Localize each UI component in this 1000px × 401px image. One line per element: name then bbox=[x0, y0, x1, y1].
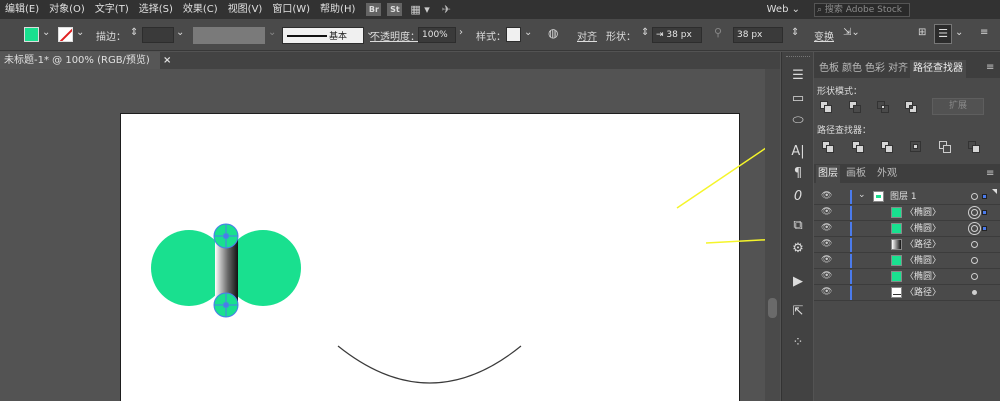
selection-indicator[interactable] bbox=[982, 210, 987, 215]
intersect-button[interactable] bbox=[877, 101, 891, 113]
layer-thumbnail bbox=[891, 255, 902, 266]
minus-back-button[interactable] bbox=[968, 141, 982, 153]
smile-arc-path[interactable] bbox=[337, 345, 522, 384]
panel-menu-button[interactable]: ☰ bbox=[934, 24, 952, 44]
panel-icon-strip: ☰ ▭ ⬭ A| ¶ 0 ⧉ ⚙ ▶ ⇱ ⁘ bbox=[781, 52, 813, 401]
selection-indicator[interactable] bbox=[982, 226, 987, 231]
layer-thumbnail bbox=[873, 191, 884, 202]
tab-swatches[interactable]: 色板 bbox=[818, 60, 840, 78]
crop-button[interactable] bbox=[910, 141, 924, 153]
tab-align[interactable]: 对齐 bbox=[887, 60, 909, 78]
vertical-scrollbar[interactable] bbox=[765, 69, 780, 401]
artboards-icon[interactable]: ⁘ bbox=[788, 334, 808, 352]
pathfinders-label: 路径查找器： bbox=[817, 126, 872, 136]
target-circle-icon[interactable] bbox=[971, 225, 978, 232]
right-panel: 色板 颜色 色彩 对齐 路径查找器 ≡ 形状模式： 扩展 路径查找器： 图层 画… bbox=[814, 52, 1000, 401]
layer-row[interactable]: 👁 〈椭圆〉 bbox=[814, 205, 1000, 221]
layer-thumbnail bbox=[891, 239, 902, 250]
minus-front-button[interactable] bbox=[849, 101, 863, 113]
layer-name[interactable]: 〈椭圆〉 bbox=[905, 270, 941, 284]
asset-export-icon[interactable]: ⧉ bbox=[788, 217, 808, 235]
more-options-icon[interactable]: ≡ bbox=[980, 27, 988, 38]
expand-toggle-icon[interactable]: ⌄ bbox=[858, 190, 866, 200]
character-icon[interactable]: A| bbox=[788, 143, 808, 161]
target-circle-icon[interactable] bbox=[971, 209, 978, 216]
flip-icon[interactable]: ⇲⌄ bbox=[843, 27, 860, 38]
panel-menu-icon[interactable]: ≡ bbox=[986, 62, 994, 73]
outline-button[interactable] bbox=[939, 141, 953, 153]
properties-icon[interactable]: ☰ bbox=[788, 67, 808, 85]
layer-row[interactable]: 👁 〈椭圆〉 bbox=[814, 269, 1000, 285]
expand-button: 扩展 bbox=[932, 98, 984, 115]
visibility-eye-icon[interactable]: 👁 bbox=[821, 224, 832, 233]
links-icon[interactable]: ⇱ bbox=[788, 303, 808, 321]
visibility-eye-icon[interactable]: 👁 bbox=[821, 192, 832, 201]
layer-row[interactable]: 👁 〈椭圆〉 bbox=[814, 253, 1000, 269]
layer-row[interactable]: 👁 〈路径〉 bbox=[814, 237, 1000, 253]
shape-modes-label: 形状模式： bbox=[817, 87, 863, 97]
opentype-icon[interactable]: 0 bbox=[788, 188, 808, 206]
layer-thumbnail bbox=[891, 271, 902, 282]
anchor-point[interactable] bbox=[223, 233, 229, 239]
tab-pathfinder[interactable]: 路径查找器 bbox=[910, 60, 966, 78]
tab-color[interactable]: 颜色 bbox=[841, 60, 863, 78]
tab-artboards[interactable]: 画板 bbox=[844, 165, 868, 183]
visibility-eye-icon[interactable]: 👁 bbox=[821, 240, 832, 249]
visibility-eye-icon[interactable]: 👁 bbox=[821, 288, 832, 297]
trim-button[interactable] bbox=[852, 141, 866, 153]
transform-label[interactable]: 变换 bbox=[814, 28, 834, 43]
visibility-eye-icon[interactable]: 👁 bbox=[821, 256, 832, 265]
target-circle-icon[interactable] bbox=[971, 241, 978, 248]
scroll-thumb[interactable] bbox=[768, 298, 777, 318]
tab-color-guide[interactable]: 色彩 bbox=[864, 60, 886, 78]
target-circle-icon[interactable] bbox=[971, 273, 978, 280]
actions-play-icon[interactable]: ▶ bbox=[788, 273, 808, 291]
tab-layers[interactable]: 图层 bbox=[816, 165, 840, 183]
target-circle-icon[interactable] bbox=[971, 257, 978, 264]
visibility-eye-icon[interactable]: 👁 bbox=[821, 272, 832, 281]
visibility-eye-icon[interactable]: 👁 bbox=[821, 208, 832, 217]
unite-button[interactable] bbox=[820, 101, 834, 113]
panel-menu-icon[interactable]: ≡ bbox=[986, 168, 994, 179]
isolate-icon[interactable]: ⊞ bbox=[918, 27, 926, 38]
target-circle-icon[interactable] bbox=[972, 290, 977, 295]
search-stock-input[interactable]: ⌕ 搜索 Adobe Stock bbox=[814, 2, 910, 17]
layer-thumbnail bbox=[891, 223, 902, 234]
tab-appearance[interactable]: 外观 bbox=[874, 165, 900, 183]
paragraph-icon[interactable]: ¶ bbox=[788, 165, 808, 183]
libraries-icon[interactable]: ⬭ bbox=[788, 112, 808, 130]
layer-name[interactable]: 〈路径〉 bbox=[905, 238, 941, 252]
layer-name[interactable]: 〈路径〉 bbox=[905, 286, 941, 300]
symbols-icon[interactable]: ⚙ bbox=[788, 240, 808, 258]
layer-thumbnail bbox=[891, 287, 902, 298]
search-icon: ⌕ bbox=[817, 4, 823, 15]
divide-button[interactable] bbox=[822, 141, 836, 153]
layer-name[interactable]: 〈椭圆〉 bbox=[905, 222, 941, 236]
selection-indicator[interactable] bbox=[982, 194, 987, 199]
artwork-layer bbox=[151, 137, 780, 384]
layer-name[interactable]: 〈椭圆〉 bbox=[905, 254, 941, 268]
merge-button[interactable] bbox=[881, 141, 895, 153]
height-stepper[interactable]: ⇕ bbox=[791, 27, 799, 38]
layer-row[interactable]: 👁 ⌄ 图层 1 bbox=[814, 189, 1000, 205]
layer-name[interactable]: 〈椭圆〉 bbox=[905, 206, 941, 220]
target-circle-icon[interactable] bbox=[971, 193, 978, 200]
layer-name[interactable]: 图层 1 bbox=[890, 190, 917, 204]
layer-thumbnail bbox=[891, 207, 902, 218]
layer-row[interactable]: 👁 〈路径〉 bbox=[814, 285, 1000, 301]
anchor-point[interactable] bbox=[223, 302, 229, 308]
layer-row[interactable]: 👁 〈椭圆〉 bbox=[814, 221, 1000, 237]
layers-panel-icon[interactable]: ▭ bbox=[788, 90, 808, 108]
chevron-down-icon[interactable]: ⌄ bbox=[955, 27, 963, 38]
exclude-button[interactable] bbox=[905, 101, 919, 113]
